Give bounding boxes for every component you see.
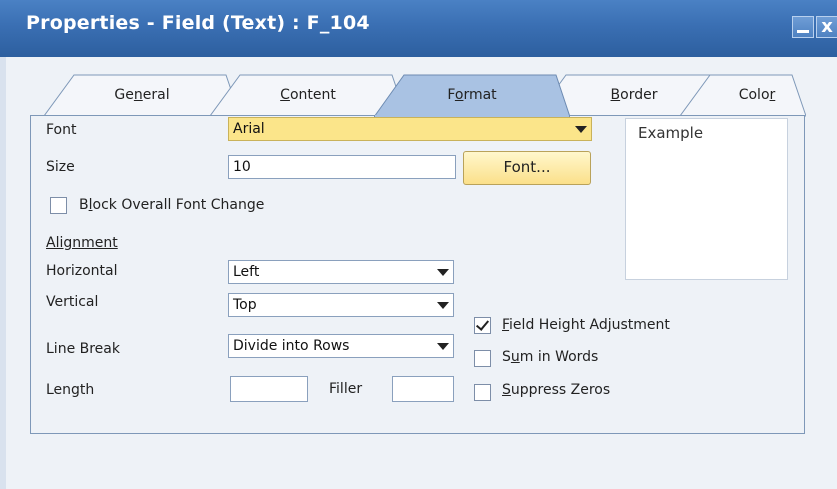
block-font-change-checkbox[interactable] [50,197,67,214]
field-height-adjustment-checkbox[interactable] [474,317,491,334]
close-icon: x [821,16,833,37]
window-title: Properties - Field (Text) : F_104 [26,12,370,34]
field-height-adjustment-label[interactable]: Field Height Adjustment [502,317,670,333]
size-label: Size [46,159,75,175]
tab-label: Format [447,87,497,103]
line-break-select[interactable]: Divide into Rows [228,334,454,358]
line-break-label: Line Break [46,341,120,357]
vertical-select[interactable]: Top [228,293,454,317]
minimize-button[interactable] [792,16,814,38]
font-select[interactable]: Arial [228,117,592,141]
title-bar[interactable]: Properties - Field (Text) : F_104 x [0,0,837,57]
font-label: Font [46,122,77,138]
suppress-zeros-label[interactable]: Suppress Zeros [502,382,610,398]
tab-label: General [114,87,170,103]
sum-in-words-checkbox[interactable] [474,350,491,367]
alignment-heading: Alignment [46,235,118,251]
example-text: Example [638,124,704,142]
vertical-label: Vertical [46,294,99,310]
block-font-change-label[interactable]: Block Overall Font Change [79,197,264,213]
length-input[interactable] [230,376,308,402]
tab-label: Color [738,87,776,103]
close-button[interactable]: x [816,16,837,38]
vertical-value: Top [233,297,257,313]
font-button[interactable]: Font... [463,151,591,185]
chevron-down-icon [437,269,449,276]
horizontal-value: Left [233,264,260,280]
chevron-down-icon [437,302,449,309]
filler-label: Filler [329,381,363,397]
font-value: Arial [233,121,265,137]
tab-label: Border [610,87,658,103]
tab-label: Content [280,87,336,103]
suppress-zeros-checkbox[interactable] [474,384,491,401]
tab-format[interactable]: Format [374,73,570,117]
chevron-down-icon [437,343,449,350]
sum-in-words-label[interactable]: Sum in Words [502,349,598,365]
line-break-value: Divide into Rows [233,338,350,354]
filler-input[interactable] [392,376,454,402]
horizontal-select[interactable]: Left [228,260,454,284]
tab-color[interactable]: Color [680,73,806,117]
length-label: Length [46,382,95,398]
size-input[interactable]: 10 [228,155,456,179]
chevron-down-icon [575,126,587,133]
example-preview: Example [625,118,788,280]
horizontal-label: Horizontal [46,263,118,279]
properties-window: Properties - Field (Text) : F_104 x Gene… [0,0,837,489]
